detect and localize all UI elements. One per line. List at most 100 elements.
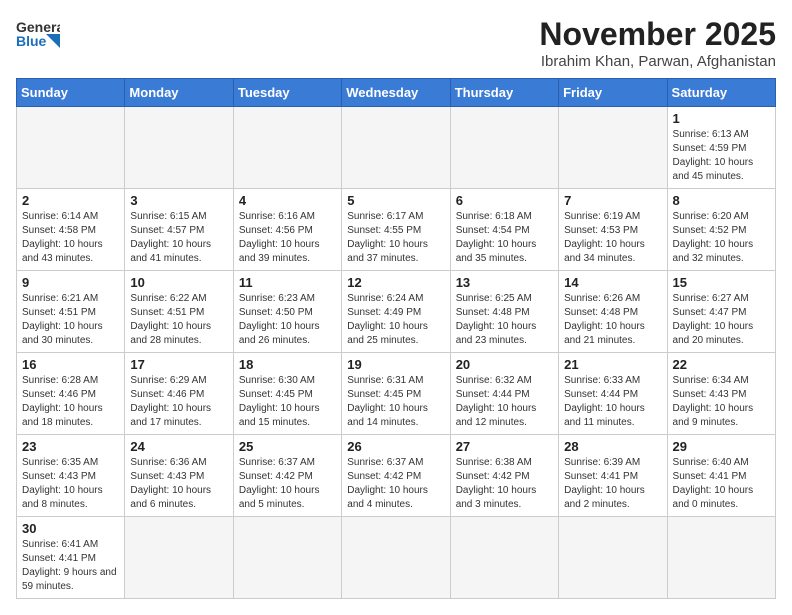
calendar-week-row: 1Sunrise: 6:13 AM Sunset: 4:59 PM Daylig… bbox=[17, 107, 776, 189]
day-number: 6 bbox=[456, 193, 553, 208]
day-info: Sunrise: 6:21 AM Sunset: 4:51 PM Dayligh… bbox=[22, 292, 119, 348]
day-info: Sunrise: 6:39 AM Sunset: 4:41 PM Dayligh… bbox=[564, 456, 661, 512]
calendar-day-cell bbox=[125, 107, 233, 189]
calendar-day-cell: 13 Sunrise: 6:25 AM Sunset: 4:48 PM Dayli… bbox=[450, 271, 558, 353]
calendar-day-cell: 4 Sunrise: 6:16 AM Sunset: 4:56 PM Daylig… bbox=[233, 189, 341, 271]
day-info: Sunrise: 6:16 AM Sunset: 4:56 PM Dayligh… bbox=[239, 210, 336, 266]
col-header-sunday: Sunday bbox=[17, 79, 125, 107]
day-number: 30 bbox=[22, 521, 119, 536]
day-info: Sunrise: 6:25 AM Sunset: 4:48 PM Dayligh… bbox=[456, 292, 553, 348]
day-number: 17 bbox=[130, 357, 227, 372]
calendar-day-cell: 30 Sunrise: 6:41 AM Sunset: 4:41 PM Dayli… bbox=[17, 517, 125, 599]
day-number: 16 bbox=[22, 357, 119, 372]
day-info: Sunrise: 6:28 AM Sunset: 4:46 PM Dayligh… bbox=[22, 374, 119, 430]
calendar-day-cell bbox=[450, 517, 558, 599]
day-info: Sunrise: 6:34 AM Sunset: 4:43 PM Dayligh… bbox=[673, 374, 770, 430]
day-info: Sunrise: 6:20 AM Sunset: 4:52 PM Dayligh… bbox=[673, 210, 770, 266]
col-header-wednesday: Wednesday bbox=[342, 79, 450, 107]
day-info: Sunrise: 6:37 AM Sunset: 4:42 PM Dayligh… bbox=[239, 456, 336, 512]
calendar-day-cell: 19 Sunrise: 6:31 AM Sunset: 4:45 PM Dayli… bbox=[342, 353, 450, 435]
day-info: Sunrise: 6:22 AM Sunset: 4:51 PM Dayligh… bbox=[130, 292, 227, 348]
calendar-day-cell: 6 Sunrise: 6:18 AM Sunset: 4:54 PM Daylig… bbox=[450, 189, 558, 271]
col-header-tuesday: Tuesday bbox=[233, 79, 341, 107]
day-number: 19 bbox=[347, 357, 444, 372]
day-info: Sunrise: 6:35 AM Sunset: 4:43 PM Dayligh… bbox=[22, 456, 119, 512]
calendar-day-cell: 7 Sunrise: 6:19 AM Sunset: 4:53 PM Daylig… bbox=[559, 189, 667, 271]
svg-text:Blue: Blue bbox=[16, 33, 47, 49]
calendar-day-cell bbox=[450, 107, 558, 189]
day-number: 5 bbox=[347, 193, 444, 208]
calendar-day-cell: 8 Sunrise: 6:20 AM Sunset: 4:52 PM Daylig… bbox=[667, 189, 775, 271]
calendar-day-cell: 24Sunrise: 6:36 AM Sunset: 4:43 PM Dayli… bbox=[125, 435, 233, 517]
calendar-day-cell: 12Sunrise: 6:24 AM Sunset: 4:49 PM Dayli… bbox=[342, 271, 450, 353]
calendar-day-cell: 3Sunrise: 6:15 AM Sunset: 4:57 PM Daylig… bbox=[125, 189, 233, 271]
day-info: Sunrise: 6:31 AM Sunset: 4:45 PM Dayligh… bbox=[347, 374, 444, 430]
day-number: 18 bbox=[239, 357, 336, 372]
calendar-day-cell: 2Sunrise: 6:14 AM Sunset: 4:58 PM Daylig… bbox=[17, 189, 125, 271]
calendar-day-cell bbox=[342, 517, 450, 599]
day-info: Sunrise: 6:41 AM Sunset: 4:41 PM Dayligh… bbox=[22, 538, 119, 594]
calendar-day-cell: 23 Sunrise: 6:35 AM Sunset: 4:43 PM Dayli… bbox=[17, 435, 125, 517]
day-number: 4 bbox=[239, 193, 336, 208]
title-area: November 2025 Ibrahim Khan, Parwan, Afgh… bbox=[539, 16, 776, 70]
logo-icon: General Blue bbox=[16, 16, 60, 52]
day-number: 7 bbox=[564, 193, 661, 208]
day-number: 29 bbox=[673, 439, 770, 454]
location-subtitle: Ibrahim Khan, Parwan, Afghanistan bbox=[539, 53, 776, 70]
calendar-week-row: 30 Sunrise: 6:41 AM Sunset: 4:41 PM Dayli… bbox=[17, 517, 776, 599]
day-info: Sunrise: 6:26 AM Sunset: 4:48 PM Dayligh… bbox=[564, 292, 661, 348]
day-number: 22 bbox=[673, 357, 770, 372]
calendar-day-cell: 15 Sunrise: 6:27 AM Sunset: 4:47 PM Dayli… bbox=[667, 271, 775, 353]
day-number: 1 bbox=[673, 111, 770, 126]
day-number: 27 bbox=[456, 439, 553, 454]
calendar-day-cell: 28 Sunrise: 6:39 AM Sunset: 4:41 PM Dayli… bbox=[559, 435, 667, 517]
day-info: Sunrise: 6:24 AM Sunset: 4:49 PM Dayligh… bbox=[347, 292, 444, 348]
calendar-day-cell: 17Sunrise: 6:29 AM Sunset: 4:46 PM Dayli… bbox=[125, 353, 233, 435]
day-info: Sunrise: 6:18 AM Sunset: 4:54 PM Dayligh… bbox=[456, 210, 553, 266]
calendar-day-cell: 5Sunrise: 6:17 AM Sunset: 4:55 PM Daylig… bbox=[342, 189, 450, 271]
calendar-day-cell bbox=[559, 517, 667, 599]
day-number: 15 bbox=[673, 275, 770, 290]
calendar-day-cell: 26Sunrise: 6:37 AM Sunset: 4:42 PM Dayli… bbox=[342, 435, 450, 517]
calendar-day-cell bbox=[559, 107, 667, 189]
calendar-day-cell: 16 Sunrise: 6:28 AM Sunset: 4:46 PM Dayli… bbox=[17, 353, 125, 435]
calendar-day-cell bbox=[125, 517, 233, 599]
day-info: Sunrise: 6:33 AM Sunset: 4:44 PM Dayligh… bbox=[564, 374, 661, 430]
calendar-day-cell: 11Sunrise: 6:23 AM Sunset: 4:50 PM Dayli… bbox=[233, 271, 341, 353]
day-number: 13 bbox=[456, 275, 553, 290]
day-number: 20 bbox=[456, 357, 553, 372]
day-number: 21 bbox=[564, 357, 661, 372]
day-number: 28 bbox=[564, 439, 661, 454]
calendar-header-row: SundayMondayTuesdayWednesdayThursdayFrid… bbox=[17, 79, 776, 107]
day-info: Sunrise: 6:32 AM Sunset: 4:44 PM Dayligh… bbox=[456, 374, 553, 430]
month-year-title: November 2025 bbox=[539, 16, 776, 53]
calendar-day-cell: 27 Sunrise: 6:38 AM Sunset: 4:42 PM Dayli… bbox=[450, 435, 558, 517]
calendar-day-cell bbox=[17, 107, 125, 189]
day-info: Sunrise: 6:40 AM Sunset: 4:41 PM Dayligh… bbox=[673, 456, 770, 512]
day-info: Sunrise: 6:38 AM Sunset: 4:42 PM Dayligh… bbox=[456, 456, 553, 512]
day-info: Sunrise: 6:19 AM Sunset: 4:53 PM Dayligh… bbox=[564, 210, 661, 266]
calendar-day-cell: 18 Sunrise: 6:30 AM Sunset: 4:45 PM Dayli… bbox=[233, 353, 341, 435]
calendar-week-row: 9Sunrise: 6:21 AM Sunset: 4:51 PM Daylig… bbox=[17, 271, 776, 353]
day-number: 25 bbox=[239, 439, 336, 454]
calendar-day-cell: 14Sunrise: 6:26 AM Sunset: 4:48 PM Dayli… bbox=[559, 271, 667, 353]
day-number: 23 bbox=[22, 439, 119, 454]
calendar-day-cell: 21 Sunrise: 6:33 AM Sunset: 4:44 PM Dayli… bbox=[559, 353, 667, 435]
calendar-day-cell bbox=[233, 517, 341, 599]
calendar-day-cell: 20 Sunrise: 6:32 AM Sunset: 4:44 PM Dayli… bbox=[450, 353, 558, 435]
col-header-friday: Friday bbox=[559, 79, 667, 107]
calendar-week-row: 16 Sunrise: 6:28 AM Sunset: 4:46 PM Dayli… bbox=[17, 353, 776, 435]
day-info: Sunrise: 6:23 AM Sunset: 4:50 PM Dayligh… bbox=[239, 292, 336, 348]
calendar-week-row: 23 Sunrise: 6:35 AM Sunset: 4:43 PM Dayli… bbox=[17, 435, 776, 517]
day-info: Sunrise: 6:14 AM Sunset: 4:58 PM Dayligh… bbox=[22, 210, 119, 266]
day-info: Sunrise: 6:30 AM Sunset: 4:45 PM Dayligh… bbox=[239, 374, 336, 430]
col-header-saturday: Saturday bbox=[667, 79, 775, 107]
day-number: 8 bbox=[673, 193, 770, 208]
day-number: 10 bbox=[130, 275, 227, 290]
day-info: Sunrise: 6:15 AM Sunset: 4:57 PM Dayligh… bbox=[130, 210, 227, 266]
col-header-monday: Monday bbox=[125, 79, 233, 107]
logo-area: General Blue bbox=[16, 16, 62, 52]
calendar-day-cell: 9Sunrise: 6:21 AM Sunset: 4:51 PM Daylig… bbox=[17, 271, 125, 353]
header: General Blue November 2025 Ibrahim Khan,… bbox=[16, 16, 776, 70]
day-info: Sunrise: 6:27 AM Sunset: 4:47 PM Dayligh… bbox=[673, 292, 770, 348]
